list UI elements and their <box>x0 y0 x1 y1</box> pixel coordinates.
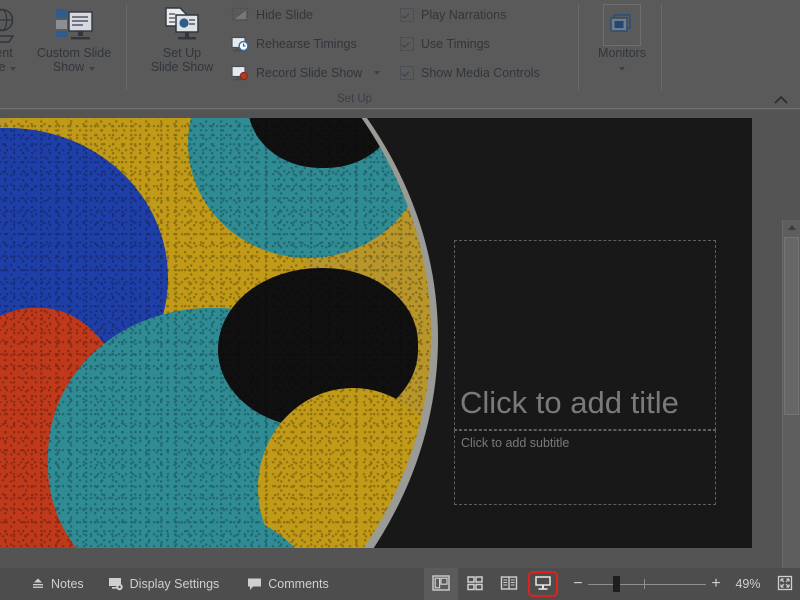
set-up-slide-show-label: Set Up <box>138 46 226 60</box>
custom-slide-show-label2: Show <box>24 60 124 74</box>
subtitle-placeholder[interactable]: Click to add subtitle <box>454 430 716 505</box>
play-narrations-checkbox[interactable]: Play Narrations <box>400 2 506 28</box>
use-timings-label: Use Timings <box>421 37 490 51</box>
show-media-controls-checkbox[interactable]: Show Media Controls <box>400 60 540 86</box>
globe-icon <box>0 6 21 46</box>
scroll-up-button[interactable] <box>784 220 799 236</box>
rehearse-timings-label: Rehearse Timings <box>256 37 357 51</box>
record-slide-show-button[interactable]: Record Slide Show <box>230 60 380 86</box>
slide-sorter-icon <box>466 575 484 594</box>
display-settings-icon <box>108 577 124 591</box>
display-settings-label: Display Settings <box>130 577 220 591</box>
slide-show-view-button[interactable] <box>526 568 560 600</box>
monitors-icon <box>603 4 641 46</box>
slide-artwork <box>0 118 440 548</box>
vertical-scrollbar[interactable] <box>782 220 800 600</box>
custom-slide-show-button[interactable]: Custom Slide Show <box>24 6 124 74</box>
normal-view-button[interactable] <box>424 568 458 600</box>
fit-to-window-button[interactable] <box>770 568 800 600</box>
show-media-controls-label: Show Media Controls <box>421 66 540 80</box>
notes-icon <box>31 577 45 591</box>
collapse-ribbon-button[interactable] <box>774 92 788 102</box>
subtitle-placeholder-text: Click to add subtitle <box>461 436 569 450</box>
reading-view-icon <box>500 575 518 594</box>
slide-editor-area: Click to add title Click to add subtitle <box>0 110 800 568</box>
zoom-slider-thumb[interactable] <box>613 576 620 592</box>
zoom-slider[interactable] <box>588 568 706 600</box>
rehearse-timings-icon <box>230 35 250 53</box>
title-placeholder-text: Click to add title <box>460 382 679 429</box>
zoom-out-button[interactable]: − <box>568 568 588 600</box>
record-slide-show-label: Record Slide Show <box>256 66 362 80</box>
play-narrations-checkbox-box[interactable] <box>400 8 414 22</box>
rehearse-timings-button[interactable]: Rehearse Timings <box>230 31 357 57</box>
use-timings-checkbox-box[interactable] <box>400 37 414 51</box>
notes-button[interactable]: Notes <box>22 568 93 600</box>
reading-view-button[interactable] <box>492 568 526 600</box>
notes-label: Notes <box>51 577 84 591</box>
custom-slide-show-label: Custom Slide <box>24 46 124 60</box>
zoom-in-button[interactable]: + <box>706 568 726 600</box>
use-timings-checkbox[interactable]: Use Timings <box>400 31 490 57</box>
monitors-button[interactable]: Monitors <box>585 4 659 74</box>
chevron-down-icon[interactable] <box>374 71 380 75</box>
record-slide-show-icon <box>230 64 250 82</box>
normal-view-icon <box>432 575 450 594</box>
comments-label: Comments <box>268 577 328 591</box>
set-up-slide-show-label2: Slide Show <box>138 60 226 74</box>
monitors-group: Monitors <box>585 0 660 92</box>
display-settings-button[interactable]: Display Settings <box>99 568 229 600</box>
zoom-level-label[interactable]: 49% <box>726 577 770 591</box>
show-media-controls-checkbox-box[interactable] <box>400 66 414 80</box>
monitors-caret-row <box>585 60 659 74</box>
ribbon: ent ne <box>0 0 800 110</box>
hide-slide-button[interactable]: Hide Slide <box>230 2 313 28</box>
hide-slide-label: Hide Slide <box>256 8 313 22</box>
hide-slide-icon <box>230 6 250 24</box>
scrollbar-thumb[interactable] <box>784 237 799 415</box>
title-placeholder[interactable]: Click to add title <box>454 240 716 430</box>
status-bar: Notes Display Settings Comments <box>0 568 800 600</box>
chevron-down-icon[interactable] <box>10 67 16 71</box>
slide-sorter-view-button[interactable] <box>458 568 492 600</box>
set-up-slide-show-button[interactable]: Set Up Slide Show <box>138 6 226 74</box>
comments-icon <box>247 577 262 591</box>
set-up-group: Set Up Slide Show Hide Slide <box>132 0 577 92</box>
powerpoint-window: ent ne <box>0 0 800 600</box>
custom-slide-show-icon <box>52 6 96 46</box>
set-up-group-label: Set Up <box>132 90 577 108</box>
slide-show-highlight-ring <box>528 571 558 597</box>
view-buttons <box>424 568 560 600</box>
play-narrations-label: Play Narrations <box>421 8 506 22</box>
monitors-label: Monitors <box>585 46 659 60</box>
slide-canvas[interactable]: Click to add title Click to add subtitle <box>0 118 752 548</box>
present-online-group: ent ne <box>0 0 125 92</box>
chevron-down-icon[interactable] <box>619 67 625 71</box>
set-up-slide-show-icon <box>160 6 204 46</box>
chevron-down-icon[interactable] <box>89 67 95 71</box>
comments-button[interactable]: Comments <box>238 568 337 600</box>
zoom-controls: − + 49% <box>560 568 800 600</box>
fit-to-window-icon <box>777 575 793 594</box>
